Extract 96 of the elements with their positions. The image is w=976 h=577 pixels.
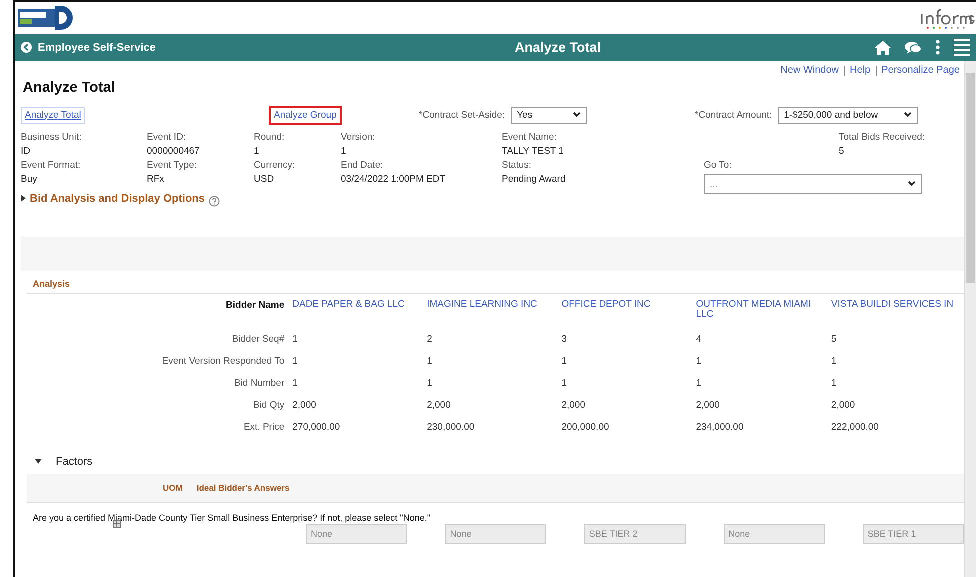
table-cell-text: 3	[560, 332, 568, 346]
field-value: 1	[254, 146, 260, 157]
row-label: Bid Number	[233, 376, 286, 390]
field-label: Go To:	[704, 160, 733, 171]
table-cell-text: 1	[830, 376, 838, 390]
section-title: Analysis	[27, 271, 964, 294]
table-cell-text: 1	[695, 354, 702, 368]
table-cell-text: 1	[830, 354, 838, 368]
grid-icon	[113, 520, 121, 528]
scrollbar[interactable]	[964, 61, 976, 577]
answer-field: None	[445, 524, 546, 544]
header-link[interactable]: Help	[844, 66, 871, 76]
field-value: Pending Award	[502, 174, 567, 185]
row-label: Bid Qty	[252, 398, 286, 412]
table-cell-text: 222,000.00	[830, 420, 880, 434]
view-link[interactable]: Analyze Total	[21, 106, 86, 124]
page-header-title: Analyze Total	[514, 40, 602, 55]
field-label: Event Type:	[147, 160, 198, 171]
field-label: Round:	[254, 132, 286, 143]
field-label: Business Unit:	[21, 132, 83, 143]
bidder-link[interactable]: OFFICE DEPOT INC	[562, 300, 692, 310]
back-chevron-icon	[21, 42, 32, 53]
row-label: Bidder Seq#	[231, 332, 286, 346]
field-value: 03/24/2022 1:00PM EDT	[341, 174, 447, 185]
row-label: Event Version Responded To	[161, 354, 286, 368]
caret-icon	[908, 181, 916, 187]
bidder-link[interactable]: VISTA BUILDI SERVICES IN	[831, 300, 962, 310]
field-value: 0000000467	[147, 146, 201, 157]
bidder-link[interactable]: DADE PAPER & BAG LLC	[292, 300, 424, 310]
column-header: Ideal Bidder's Answers	[196, 483, 290, 493]
field-value: USD	[254, 174, 276, 185]
column-header: UOM	[163, 483, 183, 493]
field-label: End Date:	[341, 160, 384, 171]
field-label: Event Format:	[21, 160, 82, 171]
more-options-icon[interactable]	[936, 40, 940, 55]
field-label: Event ID:	[147, 132, 188, 143]
page-title: Analyze Total	[23, 80, 116, 96]
table-cell-text: 1	[292, 354, 299, 368]
field-value: RFx	[147, 174, 166, 185]
table-cell-text: 2,000	[426, 398, 452, 412]
table-cell-text: 2,000	[560, 398, 586, 412]
table-cell-text: 1	[426, 354, 434, 368]
question-text: Are you a certified Miami-Dade County Tier Small Business Enterprise? If not, please select "None."	[33, 513, 432, 523]
header-link[interactable]: Personalize Page	[876, 66, 960, 76]
field-label: Version:	[341, 132, 376, 143]
table-cell-text: 1	[560, 376, 568, 390]
help-icon[interactable]	[209, 196, 220, 207]
menu-icon[interactable]	[954, 38, 970, 58]
field-label: Total Bids Received:	[839, 132, 926, 143]
table-cell-text: 234,000.00	[695, 420, 745, 434]
field-value: TALLY TEST 1	[502, 146, 565, 157]
field-value: 5	[839, 146, 846, 157]
field-value: Buy	[21, 174, 38, 185]
caret-icon	[904, 112, 912, 118]
answer-field: SBE TIER 1	[862, 524, 964, 544]
field-value: ID	[21, 146, 32, 157]
home-icon[interactable]	[875, 40, 891, 54]
collapsed-triangle-icon	[21, 195, 26, 202]
table-cell-text: 230,000.00	[426, 420, 476, 434]
row-label: Bidder Name	[225, 300, 286, 313]
table-cell-text: 2,000	[830, 398, 856, 412]
field-label: Status:	[502, 160, 533, 171]
answer-field: None	[306, 524, 408, 544]
options-toggle-link[interactable]: Bid Analysis and Display Options	[21, 192, 206, 204]
table-cell-text: 2	[426, 332, 434, 346]
field-value: 1	[341, 146, 348, 157]
caret-icon	[573, 112, 582, 118]
table-cell-text: 2,000	[695, 398, 721, 412]
answer-field: SBE TIER 2	[584, 524, 686, 544]
bidder-link[interactable]: OUTFRONT MEDIA MIAMI LLC	[696, 300, 828, 319]
view-link[interactable]: Analyze Group	[269, 106, 342, 124]
set-aside-dropdown[interactable]: Yes	[511, 106, 588, 124]
chat-icon[interactable]	[905, 40, 922, 54]
expanded-triangle-icon	[35, 459, 42, 465]
contract-amount-dropdown[interactable]: 1-$250,000 and below	[778, 106, 918, 124]
factors-toggle[interactable]: Factors	[35, 456, 964, 468]
field-label: Currency:	[254, 160, 296, 171]
back-link[interactable]: Employee Self-Service	[21, 42, 221, 54]
field-label: *Contract Amount:	[695, 110, 772, 120]
table-cell-text: 2,000	[292, 398, 318, 412]
row-label: Ext. Price	[242, 420, 286, 434]
answer-field: None	[724, 524, 825, 544]
header-link[interactable]: New Window	[780, 65, 840, 76]
table-cell-text: 4	[695, 332, 702, 346]
table-cell-text: 1	[292, 376, 299, 390]
bidder-link[interactable]: IMAGINE LEARNING INC	[427, 300, 558, 310]
table-cell-text: 1	[292, 332, 299, 346]
county-logo-icon	[17, 4, 73, 32]
table-cell-text: 200,000.00	[560, 420, 610, 434]
field-label: Event Name:	[502, 132, 558, 143]
table-cell-text: 1	[426, 376, 434, 390]
table-cell-text: 270,000.00	[292, 420, 342, 434]
table-cell-text: 5	[830, 332, 838, 346]
field-label: *Contract Set-Aside:	[419, 110, 506, 120]
table-cell-text: 1	[560, 354, 568, 368]
table-cell-text: 1	[695, 376, 702, 390]
